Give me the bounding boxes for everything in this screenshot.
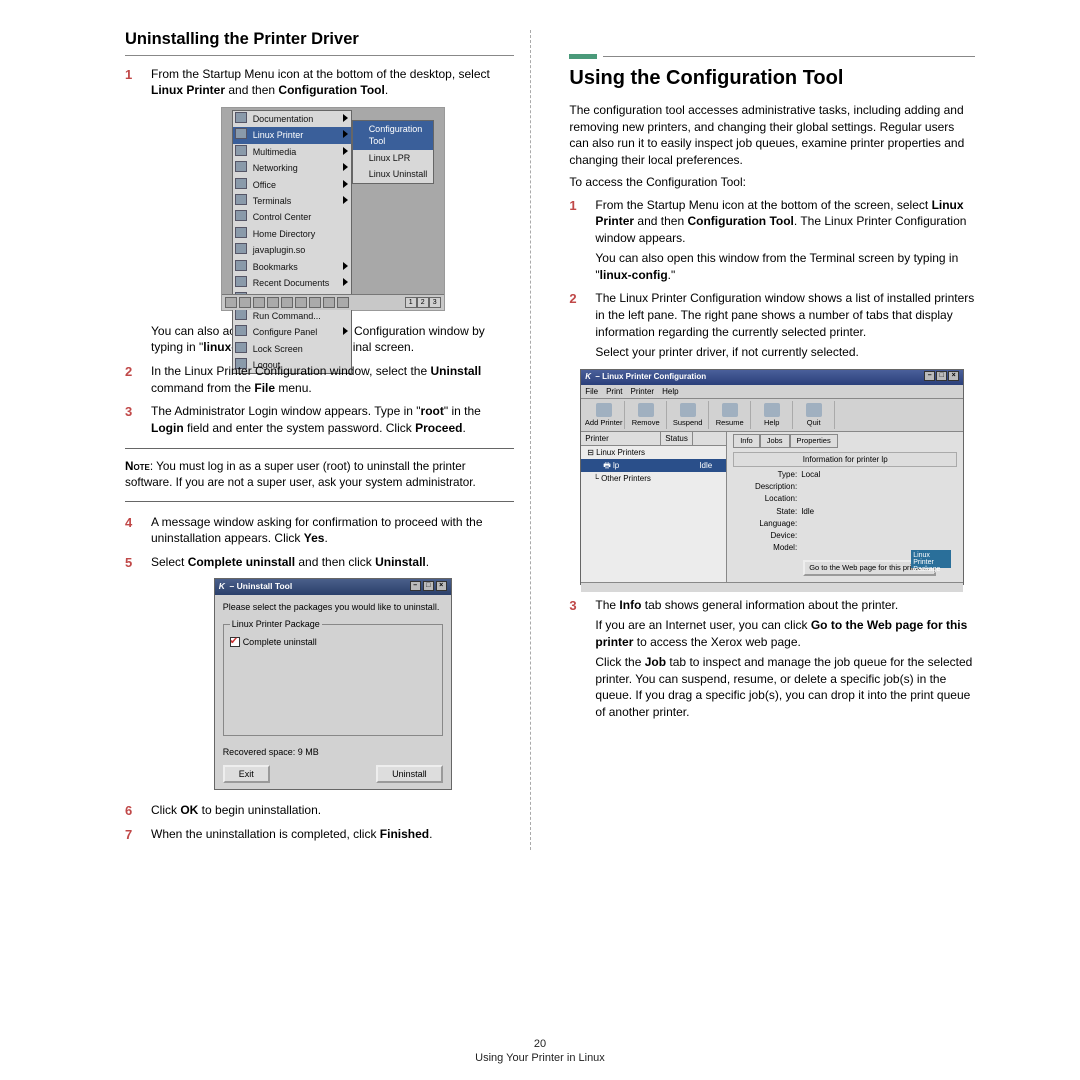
tb-suspend: Suspend (667, 401, 709, 429)
panel-header: Information for printer lp (733, 452, 957, 467)
menu-item: Home Directory (233, 226, 351, 242)
section-heading-config-tool: Using the Configuration Tool (569, 67, 975, 90)
note-label: Note (125, 460, 150, 473)
step-2: In the Linux Printer Configuration windo… (125, 363, 514, 396)
tb-add-printer: Add Printer (583, 401, 625, 429)
note-box: Note: You must log in as a super user (r… (125, 448, 514, 502)
menubar: File Print Printer Help (581, 385, 963, 398)
intro-text: The configuration tool accesses administ… (569, 102, 975, 168)
startup-menu-screenshot: Documentation Linux Printer Multimedia N… (221, 107, 445, 311)
tab-properties: Properties (790, 434, 838, 448)
submenu-uninstall: Linux Uninstall (353, 166, 433, 182)
uninstall-steps: From the Startup Menu icon at the bottom… (125, 66, 514, 436)
submenu-config-tool: Configuration Tool (353, 121, 433, 150)
tb-remove: Remove (625, 401, 667, 429)
minimize-icon: – (924, 371, 935, 381)
access-text: To access the Configuration Tool: (569, 174, 975, 191)
menu-item: Run Command... (233, 308, 351, 324)
step-1: From the Startup Menu icon at the bottom… (125, 66, 514, 356)
uninstall-prompt: Please select the packages you would lik… (223, 601, 443, 613)
accent-bar (569, 54, 597, 59)
menu-item: Networking (233, 160, 351, 176)
submenu-lpr: Linux LPR (353, 150, 433, 166)
tab-jobs: Jobs (760, 434, 790, 448)
package-fieldset: Linux Printer Package Complete uninstall (223, 618, 443, 736)
config-steps: From the Startup Menu icon at the bottom… (569, 197, 975, 721)
uninstall-button: Uninstall (376, 765, 443, 783)
maximize-icon: □ (936, 371, 947, 381)
menu-item: Terminals (233, 193, 351, 209)
exit-button: Exit (223, 765, 270, 783)
tree-row-selected: 🖶 lpIdle (581, 459, 726, 472)
window-titlebar: K – Linux Printer Configuration –□× (581, 370, 963, 385)
tb-help: Help (751, 401, 793, 429)
page-number: 20 (0, 1038, 1080, 1050)
step-3: The Administrator Login window appears. … (125, 403, 514, 436)
note-text: : You must log in as a super user (root)… (125, 460, 476, 489)
bold-linux-printer: Linux Printer (151, 83, 225, 97)
linux-printer-submenu: Configuration Tool Linux LPR Linux Unins… (352, 120, 434, 184)
tree-row: └ Other Printers (581, 472, 726, 485)
step1-text: From the Startup Menu icon at the bottom… (151, 67, 490, 81)
menu-item: javaplugin.so (233, 242, 351, 258)
menu-item: Lock Screen (233, 341, 351, 357)
window-titlebar: K – Uninstall Tool –□× (215, 579, 451, 595)
menu-item: Documentation (233, 111, 351, 127)
close-icon: × (436, 581, 447, 591)
bold-config-tool: Configuration Tool (278, 83, 384, 97)
startup-menu: Documentation Linux Printer Multimedia N… (232, 110, 352, 375)
checkbox-icon (230, 637, 240, 647)
recovered-space: Recovered space: 9 MB (223, 746, 443, 758)
tab-info: Info (733, 434, 760, 448)
minimize-icon: – (410, 581, 421, 591)
tree-row: ⊟ Linux Printers (581, 446, 726, 459)
heading-rule (603, 56, 975, 57)
maximize-icon: □ (423, 581, 434, 591)
menu-item: Bookmarks (233, 259, 351, 275)
menu-item-linux-printer: Linux Printer (233, 127, 351, 143)
cfg-step-3: The Info tab shows general information a… (569, 597, 975, 721)
step-7: When the uninstallation is completed, cl… (125, 826, 514, 843)
info-panel: Info Jobs Properties Information for pri… (727, 432, 963, 582)
panel-tabs: Info Jobs Properties (733, 434, 957, 448)
config-window-screenshot: K – Linux Printer Configuration –□× File… (580, 369, 964, 585)
taskbar: 1 2 3 (222, 294, 444, 310)
menu-item: Multimedia (233, 144, 351, 160)
step-4: A message window asking for confirmation… (125, 514, 514, 547)
complete-uninstall-checkbox: Complete uninstall (230, 636, 436, 648)
heading-rule (125, 55, 514, 56)
statusbar (581, 582, 963, 592)
footer-section: Using Your Printer in Linux (0, 1052, 1080, 1064)
tb-resume: Resume (709, 401, 751, 429)
menu-item: Configure Panel (233, 324, 351, 340)
cfg-step-2: The Linux Printer Configuration window s… (569, 290, 975, 584)
page-footer: 20 Using Your Printer in Linux (0, 1038, 1080, 1064)
step-5: Select Complete uninstall and then click… (125, 554, 514, 791)
section-heading-uninstall: Uninstalling the Printer Driver (125, 30, 514, 49)
menu-item: Control Center (233, 209, 351, 225)
tb-quit: Quit (793, 401, 835, 429)
close-icon: × (948, 371, 959, 381)
cfg-step-1: From the Startup Menu icon at the bottom… (569, 197, 975, 284)
uninstall-steps-cont: A message window asking for confirmation… (125, 514, 514, 843)
step-6: Click OK to begin uninstallation. (125, 802, 514, 819)
printer-tree: PrinterStatus ⊟ Linux Printers 🖶 lpIdle … (581, 432, 727, 582)
uninstall-tool-screenshot: K – Uninstall Tool –□× Please select the… (214, 578, 452, 790)
menu-item: Recent Documents (233, 275, 351, 291)
menu-item: Office (233, 177, 351, 193)
toolbar: Add Printer Remove Suspend Resume Help Q… (581, 398, 963, 432)
package-logo: Linux Printer Package (911, 550, 951, 568)
